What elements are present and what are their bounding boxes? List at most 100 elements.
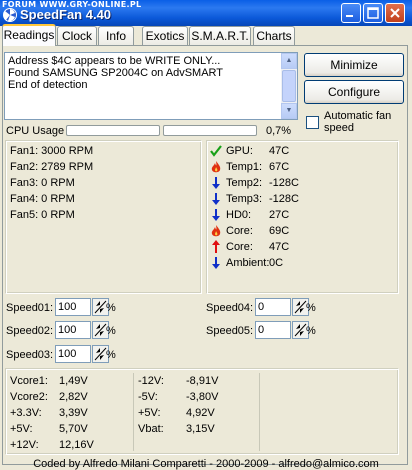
percent-sign: % — [306, 302, 316, 314]
minimize-button[interactable]: Minimize — [304, 53, 404, 77]
arrow-up-icon — [210, 240, 222, 253]
speed03-input[interactable]: 100 — [55, 345, 91, 363]
flame-icon — [210, 224, 222, 237]
scroll-thumb[interactable] — [282, 70, 296, 102]
temperature-name: GPU: — [226, 145, 253, 157]
window-title: SpeedFan 4.40 — [20, 7, 112, 22]
speed03-spinner[interactable]: 100 — [55, 345, 109, 363]
voltage-name: Vbat: — [138, 423, 164, 435]
log-scrollbar[interactable]: ▲ ▼ — [281, 53, 297, 119]
automatic-fan-speed-label: Automatic fan speed — [324, 110, 392, 134]
speed04-label: Speed04: — [206, 302, 254, 314]
voltage-name: Vcore1: — [10, 375, 48, 387]
voltage-value: -3,80V — [186, 391, 219, 403]
fan-reading: Fan1: 3000 RPM — [10, 145, 94, 157]
temperature-row: Ambient: 0C — [207, 255, 397, 271]
speed04-spinner[interactable]: 0 — [255, 298, 309, 316]
voltage-name: +5V: — [138, 407, 161, 419]
temperature-value: 27C — [269, 209, 290, 221]
voltage-value: -8,91V — [186, 375, 219, 387]
fan-reading: Fan5: 0 RPM — [10, 209, 75, 221]
voltage-name: +12V: — [10, 439, 39, 451]
speed04-input[interactable]: 0 — [255, 298, 291, 316]
maximize-window-button[interactable] — [363, 3, 383, 23]
cpu-usage-bar-2 — [163, 125, 257, 136]
fan-reading: Fan2: 2789 RPM — [10, 161, 94, 173]
temperature-name: Temp2: — [226, 177, 263, 189]
voltage-name: -12V: — [138, 375, 164, 387]
configure-button[interactable]: Configure — [304, 80, 404, 104]
log-line: Address $4C appears to be WRITE ONLY... — [8, 55, 221, 67]
cpu-usage-value: 0,7% — [266, 125, 292, 137]
temperature-value: 67C — [269, 161, 290, 173]
tab-charts[interactable]: Charts — [253, 26, 295, 45]
temperature-row: Temp3: -128C — [207, 191, 397, 207]
temperature-value: 0C — [269, 257, 284, 269]
cpu-usage-label: CPU Usage — [6, 125, 65, 137]
speed02-input[interactable]: 100 — [55, 321, 91, 339]
voltage-name: +5V: — [10, 423, 33, 435]
arrow-down-icon — [210, 208, 222, 221]
temperature-value: -128C — [269, 193, 299, 205]
speed05-label: Speed05: — [206, 325, 254, 337]
voltages-group: Vcore1: 1,49V Vcore2: 2,82V +3.3V: 3,39V +5V: 5… — [5, 368, 399, 455]
cpu-usage-bar-1 — [66, 125, 160, 136]
fans-group: Fan1: 3000 RPM Fan2: 2789 RPM Fan3: 0 RP… — [5, 140, 202, 294]
speed02-spinner[interactable]: 100 — [55, 321, 109, 339]
temperature-name: Core: — [226, 241, 253, 253]
voltage-value: 12,16V — [59, 439, 94, 451]
voltage-name: Vcore2: — [10, 391, 48, 403]
tab-smart[interactable]: S.M.A.R.T. — [189, 26, 251, 45]
voltage-value: 1,49V — [59, 375, 88, 387]
tab-exotics[interactable]: Exotics — [142, 26, 188, 45]
temperature-row: HD0: 27C — [207, 207, 397, 223]
log-textbox[interactable]: Address $4C appears to be WRITE ONLY... … — [4, 52, 298, 120]
arrow-down-icon — [210, 176, 222, 189]
speed01-label: Speed01: — [6, 302, 54, 314]
automatic-fan-speed-checkbox[interactable] — [306, 116, 319, 129]
temperature-row: Core: 47C — [207, 239, 397, 255]
scroll-down-icon[interactable]: ▼ — [281, 103, 297, 119]
voltage-value: 3,15V — [186, 423, 215, 435]
maximize-icon — [367, 7, 379, 19]
speed05-input[interactable]: 0 — [255, 321, 291, 339]
percent-sign: % — [106, 302, 116, 314]
speed05-spinner[interactable]: 0 — [255, 321, 309, 339]
log-lines: Address $4C appears to be WRITE ONLY... … — [5, 53, 297, 93]
fan-reading: Fan4: 0 RPM — [10, 193, 75, 205]
voltage-value: 2,82V — [59, 391, 88, 403]
speedfan-logo-icon — [3, 8, 17, 22]
scroll-up-icon[interactable]: ▲ — [281, 53, 297, 69]
log-line: Found SAMSUNG SP2004C on AdvSMART — [8, 67, 224, 79]
log-line: End of detection — [8, 79, 88, 91]
temperature-name: Temp1: — [226, 161, 263, 173]
temperature-name: HD0: — [226, 209, 252, 221]
speed03-label: Speed03: — [6, 349, 54, 361]
voltage-divider — [133, 373, 134, 451]
temperature-row: Core: 69C — [207, 223, 397, 239]
close-window-button[interactable] — [385, 3, 405, 23]
tab-info[interactable]: Info — [98, 26, 134, 45]
speed01-spinner[interactable]: 100 — [55, 298, 109, 316]
minimize-icon — [346, 15, 353, 17]
temperature-name: Ambient: — [226, 257, 270, 269]
temperature-name: Temp3: — [226, 193, 263, 205]
fan-reading: Fan3: 0 RPM — [10, 177, 75, 189]
voltage-value: 5,70V — [59, 423, 88, 435]
tab-clock[interactable]: Clock — [57, 26, 97, 45]
temperatures-group: GPU: 47C Temp1: 67C Temp2: -128C Temp3: -128C HD… — [206, 140, 399, 294]
arrow-down-icon — [210, 192, 222, 205]
temperature-value: 69C — [269, 225, 290, 237]
speed02-label: Speed02: — [6, 325, 54, 337]
flame-icon — [210, 160, 222, 173]
percent-sign: % — [106, 349, 116, 361]
tab-readings[interactable]: Readings — [2, 24, 56, 46]
temperature-row: Temp1: 67C — [207, 159, 397, 175]
voltage-divider — [259, 373, 260, 451]
minimize-window-button[interactable] — [341, 3, 361, 23]
percent-sign: % — [106, 325, 116, 337]
speed01-input[interactable]: 100 — [55, 298, 91, 316]
temperature-value: 47C — [269, 145, 290, 157]
percent-sign: % — [306, 325, 316, 337]
voltage-value: 3,39V — [59, 407, 88, 419]
